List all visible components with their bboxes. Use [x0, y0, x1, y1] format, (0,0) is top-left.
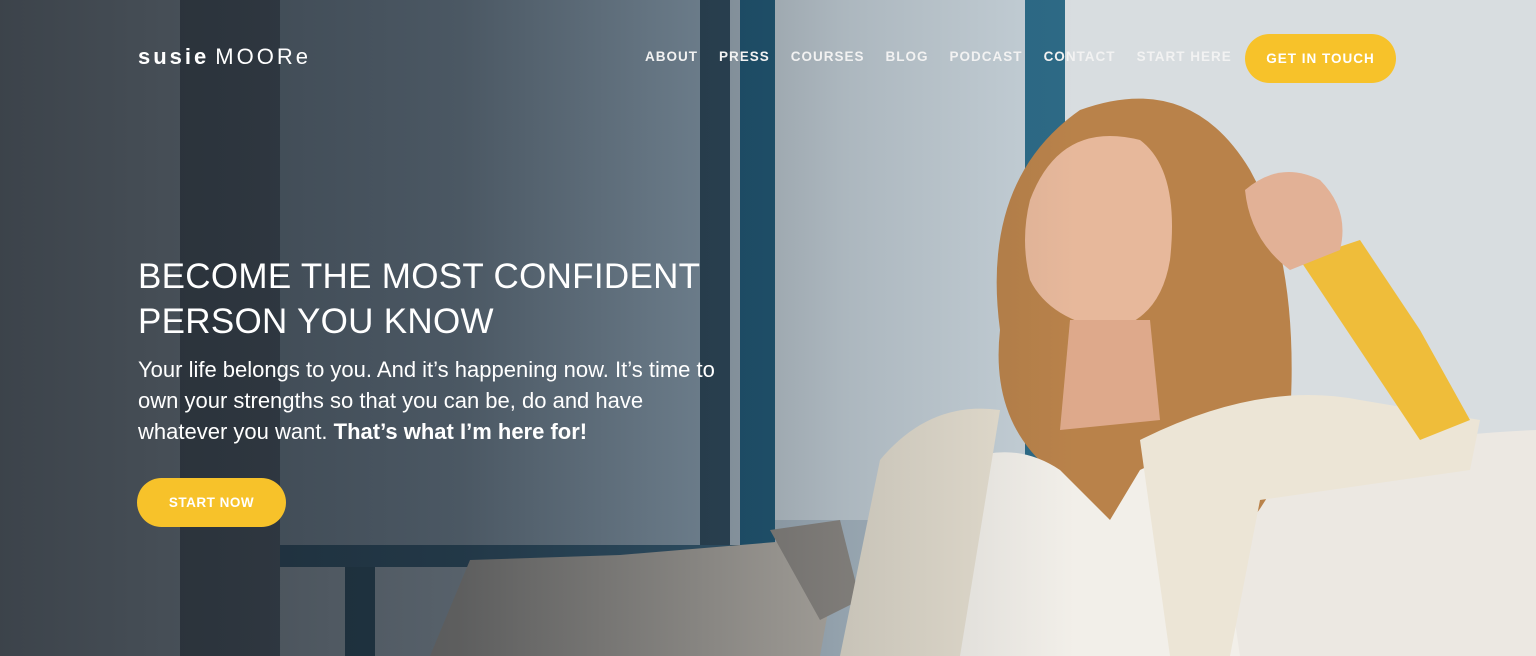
- nav-item-blog[interactable]: BLOG: [886, 49, 929, 64]
- logo-first-name: susie: [138, 44, 210, 69]
- nav-item-courses[interactable]: COURSES: [791, 49, 865, 64]
- hero-subtext: Your life belongs to you. And it’s happe…: [138, 354, 738, 447]
- headline-line-1: BECOME THE MOST CONFIDENT: [138, 257, 701, 296]
- nav-item-press[interactable]: PRESS: [719, 49, 770, 64]
- start-now-button[interactable]: START NOW: [137, 478, 286, 527]
- nav-item-podcast[interactable]: PODCAST: [950, 49, 1023, 64]
- get-in-touch-button[interactable]: GET IN TOUCH: [1245, 34, 1396, 83]
- hero-headline: BECOME THE MOST CONFIDENT PERSON YOU KNO…: [138, 254, 758, 344]
- nav-item-about[interactable]: ABOUT: [645, 49, 698, 64]
- nav-item-start-here[interactable]: START HERE: [1137, 49, 1232, 64]
- nav-item-contact[interactable]: CONTACT: [1044, 49, 1116, 64]
- main-nav: ABOUT PRESS COURSES BLOG PODCAST CONTACT…: [645, 49, 1253, 64]
- logo-last-name: MOORe: [215, 44, 311, 69]
- headline-line-2: PERSON YOU KNOW: [138, 302, 494, 341]
- site-logo[interactable]: susie MOORe: [138, 44, 311, 70]
- hero-subtext-bold: That’s what I’m here for!: [333, 419, 588, 444]
- hero-section: susie MOORe ABOUT PRESS COURSES BLOG PODC…: [0, 0, 1536, 656]
